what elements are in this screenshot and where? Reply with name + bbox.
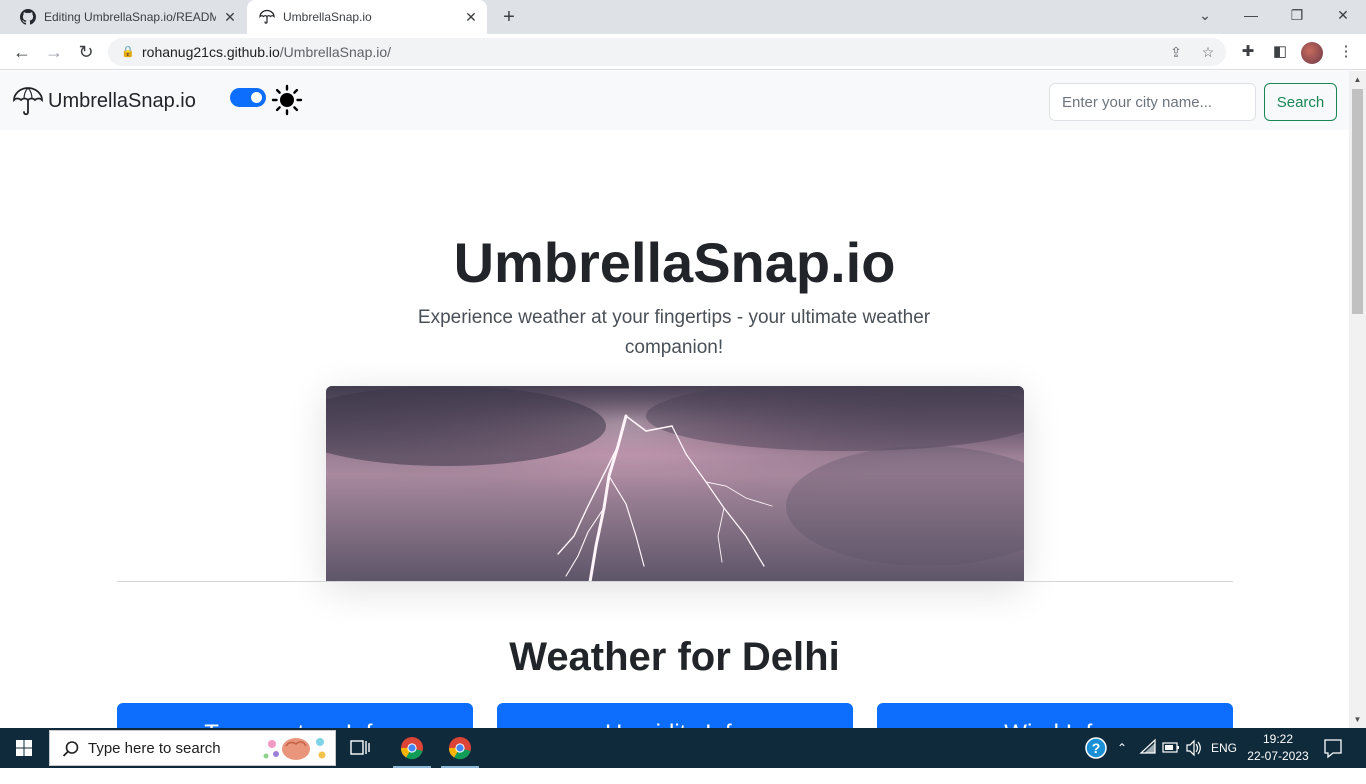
wifi-icon[interactable] xyxy=(1137,728,1159,768)
weather-heading: Weather for Delhi xyxy=(509,635,840,679)
page-scrollbar[interactable]: ▲ ▼ xyxy=(1349,71,1366,728)
show-hidden-icons-chevron-icon[interactable]: ⌃ xyxy=(1112,728,1132,768)
toggle-knob xyxy=(251,92,262,103)
close-tab-icon[interactable]: ✕ xyxy=(222,9,238,25)
minimize-button[interactable]: — xyxy=(1228,0,1274,30)
temperature-card: Temperature Info xyxy=(117,703,473,728)
search-button[interactable]: Search xyxy=(1264,83,1337,121)
extensions-puzzle-icon[interactable]: ✚ xyxy=(1236,40,1260,64)
dark-mode-toggle[interactable] xyxy=(230,88,266,107)
umbrella-icon xyxy=(259,9,275,24)
hero-title: UmbrellaSnap.io xyxy=(453,231,896,294)
url-text: rohanug21cs.github.io/UmbrellaSnap.io/ xyxy=(142,44,392,60)
browser-tab-strip: Editing UmbrellaSnap.io/README ✕ Umbrell… xyxy=(0,0,1366,34)
volume-icon[interactable] xyxy=(1183,728,1205,768)
taskbar-search-placeholder: Type here to search xyxy=(88,740,221,757)
help-icon[interactable]: ? xyxy=(1083,728,1109,768)
card-title: Wind Info xyxy=(877,719,1233,728)
svg-text:?: ? xyxy=(1092,740,1101,756)
restore-button[interactable]: ❐ xyxy=(1274,0,1320,30)
lightning-hero-image xyxy=(326,386,1024,582)
city-search-input[interactable] xyxy=(1049,83,1256,121)
scrollbar-thumb[interactable] xyxy=(1352,89,1363,314)
card-title: Humidity Info xyxy=(497,719,853,728)
browser-toolbar: ← → ↻ 🔒 rohanug21cs.github.io/UmbrellaSn… xyxy=(0,34,1366,70)
back-button[interactable]: ← xyxy=(10,40,34,64)
close-window-button[interactable]: ✕ xyxy=(1320,0,1366,30)
side-panel-icon[interactable]: ◧ xyxy=(1268,40,1292,64)
card-title: Temperature Info xyxy=(117,719,473,728)
tab-title: Editing UmbrellaSnap.io/README xyxy=(44,10,216,24)
clock-time: 19:22 xyxy=(1262,732,1294,746)
menu-kebab-icon[interactable]: ⋮ xyxy=(1334,40,1358,64)
start-button[interactable] xyxy=(0,728,48,768)
site-navbar: UmbrellaSnap.io Search xyxy=(0,71,1349,130)
github-icon xyxy=(20,9,36,25)
close-tab-icon[interactable]: ✕ xyxy=(463,9,479,25)
brand-name: UmbrellaSnap.io xyxy=(48,89,196,112)
new-tab-button[interactable]: + xyxy=(498,6,520,28)
tab-search-chevron-icon[interactable]: ⌄ xyxy=(1182,0,1228,30)
tab-umbrellasnap[interactable]: UmbrellaSnap.io ✕ xyxy=(247,0,487,34)
chrome-taskbar-icon[interactable] xyxy=(389,728,435,768)
wind-card: Wind Info xyxy=(877,703,1233,728)
scroll-up-arrow-icon[interactable]: ▲ xyxy=(1349,71,1366,88)
language-indicator[interactable]: ENG xyxy=(1207,728,1241,768)
humidity-card: Humidity Info xyxy=(497,703,853,728)
address-bar[interactable]: 🔒 rohanug21cs.github.io/UmbrellaSnap.io/… xyxy=(108,38,1226,66)
brand-link[interactable]: UmbrellaSnap.io xyxy=(12,85,196,117)
share-icon[interactable]: ⇪ xyxy=(1164,38,1188,66)
sun-icon xyxy=(271,84,303,116)
windows-taskbar: Type here to search ? ⌃ ENG 19:22 22-07-… xyxy=(0,728,1366,768)
tab-editing-readme[interactable]: Editing UmbrellaSnap.io/README ✕ xyxy=(8,0,246,34)
taskbar-search-box[interactable]: Type here to search xyxy=(49,730,336,766)
clock-date: 22-07-2023 xyxy=(1247,749,1309,763)
tab-title: UmbrellaSnap.io xyxy=(283,10,372,24)
search-icon xyxy=(62,741,79,757)
profile-avatar[interactable] xyxy=(1301,42,1323,64)
page-viewport: UmbrellaSnap.io Search UmbrellaSnap.io E… xyxy=(0,71,1349,728)
chrome-taskbar-icon-2[interactable] xyxy=(437,728,483,768)
lock-icon: 🔒 xyxy=(121,46,135,58)
bookmark-star-icon[interactable]: ☆ xyxy=(1196,38,1220,66)
hero-subtitle: Experience weather at your fingertips - … xyxy=(417,307,931,358)
section-divider xyxy=(117,581,1233,582)
windows-logo-icon xyxy=(16,740,32,756)
taskbar-clock[interactable]: 19:22 22-07-2023 xyxy=(1240,731,1316,765)
battery-icon[interactable] xyxy=(1160,728,1182,768)
reload-button[interactable]: ↻ xyxy=(74,40,98,64)
umbrella-logo-icon xyxy=(13,87,43,116)
scroll-down-arrow-icon[interactable]: ▼ xyxy=(1349,711,1366,728)
notifications-icon[interactable] xyxy=(1318,728,1348,768)
task-view-icon[interactable] xyxy=(337,728,383,768)
forward-button[interactable]: → xyxy=(42,40,66,64)
search-highlight-art-icon xyxy=(263,738,326,760)
